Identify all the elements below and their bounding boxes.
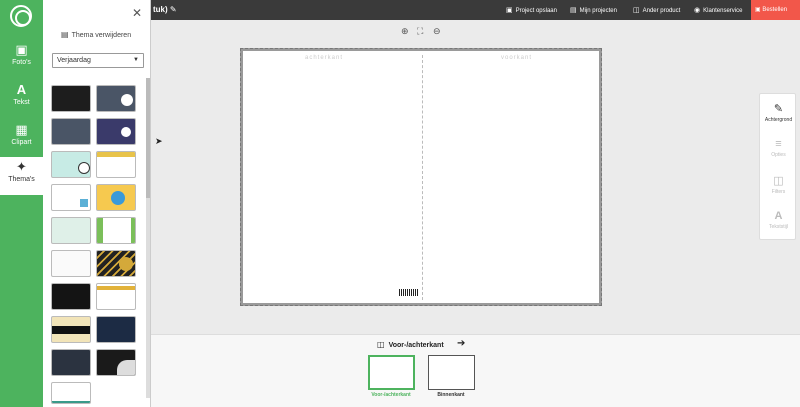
save-icon: ▣ xyxy=(506,7,513,14)
edit-icon: ✎ xyxy=(773,103,784,115)
clipart-icon: ▦ xyxy=(15,122,28,137)
other-product-button[interactable]: ◫ Ander product xyxy=(633,6,680,14)
trash-icon: ▤ xyxy=(61,30,69,39)
rail-item-label: Tekst xyxy=(13,99,30,106)
theme-thumbnail[interactable] xyxy=(96,250,136,277)
tool-panel: ✎ Achtergrond ≡ Opties ◫ Filters A Tekst… xyxy=(759,93,796,240)
photo-icon: ▣ xyxy=(15,42,28,57)
theme-thumbnail[interactable] xyxy=(51,217,91,244)
zoom-out-icon[interactable]: ⊖ xyxy=(433,26,441,37)
text-style-tool[interactable]: A Tekststijl xyxy=(760,204,797,240)
theme-thumbnail[interactable] xyxy=(96,151,136,178)
tool-label: Tekststijl xyxy=(769,224,788,230)
theme-thumbnail[interactable] xyxy=(51,316,91,343)
page-navigator: ◫ Voor-/achterkant ➔ Voor-/achterkant Bin… xyxy=(151,334,800,407)
save-project-label: Project opslaan xyxy=(515,8,557,14)
remove-theme-label: Thema verwijderen xyxy=(71,32,132,39)
sliders-icon: ≡ xyxy=(775,138,782,150)
my-projects-button[interactable]: ▤ Mijn projecten xyxy=(570,6,617,14)
folder-icon: ▤ xyxy=(570,7,577,14)
themes-panel: ✕ ▤ Thema verwijderen Verjaardag ▼ xyxy=(43,0,151,407)
theme-thumbnail[interactable] xyxy=(96,85,136,112)
theme-thumbnail[interactable] xyxy=(51,349,91,376)
page-thumbnail-inside[interactable] xyxy=(428,355,475,390)
rail-item-photos[interactable]: ▣ Foto's xyxy=(0,40,43,78)
project-title[interactable]: tuk) ✎ xyxy=(153,5,177,14)
rail-item-clipart[interactable]: ▦ Clipart xyxy=(0,120,43,158)
tool-label: Achtergrond xyxy=(764,117,793,123)
front-side-label: voorkant xyxy=(501,55,533,61)
tool-label: Opties xyxy=(771,152,786,158)
rail-item-text[interactable]: A Tekst xyxy=(0,80,43,118)
left-rail: ▣ Foto's A Tekst ▦ Clipart ✦ Thema's xyxy=(0,0,43,407)
customer-service-label: Klantenservice xyxy=(703,8,743,14)
theme-thumbnail[interactable] xyxy=(51,250,91,277)
theme-thumbnail[interactable] xyxy=(51,151,91,178)
card-canvas[interactable]: achterkant voorkant xyxy=(240,48,602,306)
order-button[interactable]: ▣ Bestellen xyxy=(751,0,800,20)
rail-item-label: Clipart xyxy=(11,139,32,146)
select-value: Verjaardag xyxy=(57,57,91,64)
theme-thumbnail[interactable] xyxy=(51,283,91,310)
scrollbar-thumb[interactable] xyxy=(146,78,150,198)
text-icon: A xyxy=(16,82,27,97)
magic-wand-icon: ✦ xyxy=(16,159,27,174)
other-product-label: Ander product xyxy=(642,8,681,14)
zoom-in-icon[interactable]: ⊕ xyxy=(401,26,409,37)
theme-thumbnail[interactable] xyxy=(96,283,136,310)
text-style-icon: A xyxy=(774,210,783,222)
fold-line xyxy=(422,55,423,300)
project-title-text: tuk) xyxy=(153,5,168,14)
images-icon: ◫ xyxy=(773,175,784,187)
order-label: Bestellen xyxy=(762,7,788,13)
theme-thumbnail[interactable] xyxy=(51,85,91,112)
pencil-icon[interactable]: ✎ xyxy=(170,5,177,14)
theme-thumbnail[interactable] xyxy=(51,382,91,404)
background-tool[interactable]: ✎ Achtergrond xyxy=(760,96,797,132)
theme-thumbnail[interactable] xyxy=(96,118,136,145)
rail-item-label: Foto's xyxy=(12,59,31,66)
cart-icon: ▣ xyxy=(755,7,761,13)
filters-tool[interactable]: ◫ Filters xyxy=(760,168,797,204)
save-project-button[interactable]: ▣ Project opslaan xyxy=(506,6,557,14)
theme-thumbnail[interactable] xyxy=(96,349,136,376)
customer-service-button[interactable]: ◉ Klantenservice xyxy=(694,6,742,14)
page-thumbnail-label: Voor-/achterkant xyxy=(371,392,411,398)
arrow-right-icon[interactable]: ➔ xyxy=(457,338,465,349)
rail-item-themes[interactable]: ✦ Thema's xyxy=(0,157,43,195)
page-thumbnail-front-back[interactable] xyxy=(368,355,415,390)
back-side-label: achterkant xyxy=(305,55,344,61)
mouse-pointer-icon: ➤ xyxy=(155,136,163,146)
chat-icon: ◉ xyxy=(694,7,701,14)
tool-label: Filters xyxy=(771,189,786,195)
current-page-label: ◫ Voor-/achterkant xyxy=(377,340,444,349)
theme-thumbnail[interactable] xyxy=(96,217,136,244)
theme-thumbnail[interactable] xyxy=(96,316,136,343)
my-projects-label: Mijn projecten xyxy=(579,8,617,14)
top-toolbar: tuk) ✎ ▣ Project opslaan ▤ Mijn projecten … xyxy=(151,0,800,20)
book-icon: ◫ xyxy=(633,7,640,14)
book-open-icon: ◫ xyxy=(377,340,385,349)
current-page-text: Voor-/achterkant xyxy=(388,342,444,349)
barcode xyxy=(399,289,419,296)
remove-theme-button[interactable]: ▤ Thema verwijderen xyxy=(61,30,131,39)
theme-category-select[interactable]: Verjaardag ▼ xyxy=(52,53,144,68)
theme-thumbnail[interactable] xyxy=(51,184,91,211)
fit-screen-icon[interactable]: ⛶ xyxy=(417,26,423,37)
rail-item-label: Thema's xyxy=(8,176,35,183)
theme-thumbnail[interactable] xyxy=(51,118,91,145)
chevron-down-icon: ▼ xyxy=(133,57,139,63)
panel-scrollbar[interactable] xyxy=(146,78,150,398)
options-tool[interactable]: ≡ Opties xyxy=(760,132,797,168)
theme-thumbnail[interactable] xyxy=(96,184,136,211)
app-logo[interactable] xyxy=(10,5,32,27)
page-thumbnail-label: Binnenkant xyxy=(437,392,465,398)
close-icon[interactable]: ✕ xyxy=(132,6,142,20)
